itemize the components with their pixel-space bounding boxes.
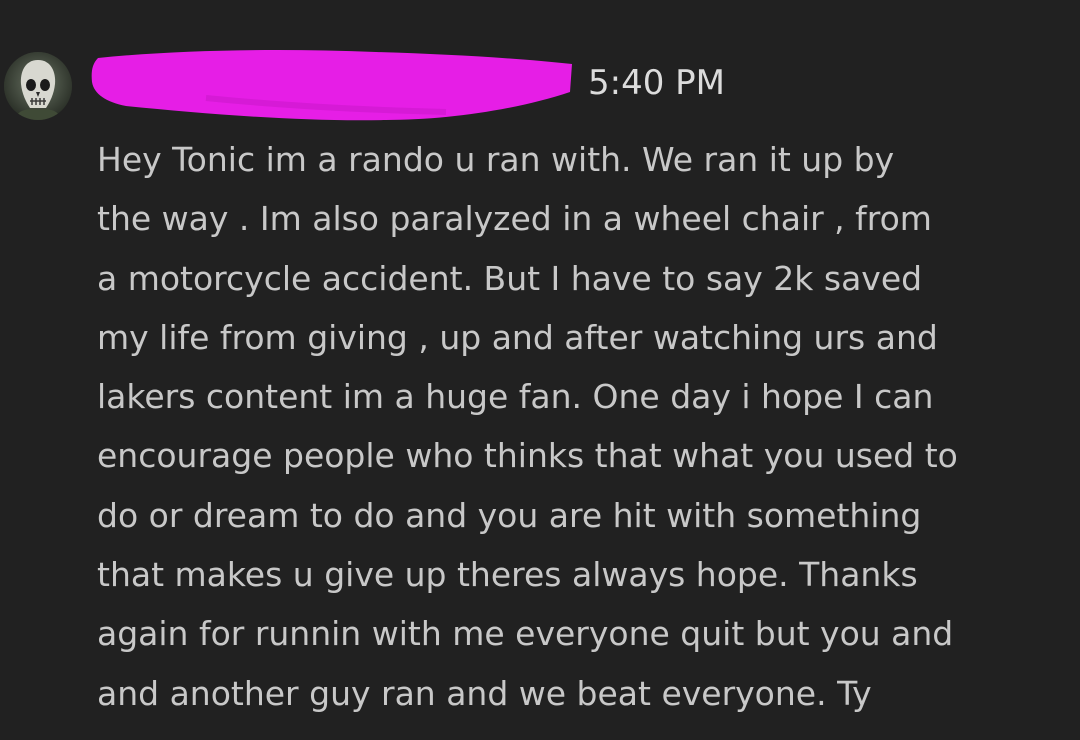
message-line: a motorcycle accident. But I have to say… (97, 258, 923, 298)
message-timestamp: 5:40 PM (588, 63, 725, 103)
message-line: my life from giving , up and after watch… (97, 317, 938, 357)
message-line: again for runnin with me everyone quit b… (97, 614, 954, 654)
message-line: the way . Im also paralyzed in a wheel c… (97, 199, 932, 239)
message-line: Hey Tonic im a rando u ran with. We ran … (97, 140, 895, 179)
chat-message: 5:40 PM Hey Tonic im a rando u ran with.… (0, 0, 1080, 740)
message-line: do or dream to do and you are hit with s… (97, 495, 922, 535)
message-body: Hey Tonic im a rando u ran with. We ran … (97, 130, 1072, 723)
message-line: lakers content im a huge fan. One day i … (97, 377, 934, 417)
message-line: that makes u give up theres always hope.… (97, 555, 918, 595)
user-avatar[interactable] (4, 52, 72, 120)
skull-mask-icon (4, 52, 72, 120)
message-line: and another guy ran and we beat everyone… (97, 673, 872, 713)
message-line: encourage people who thinks that what yo… (97, 436, 958, 476)
username-redaction (86, 40, 586, 130)
